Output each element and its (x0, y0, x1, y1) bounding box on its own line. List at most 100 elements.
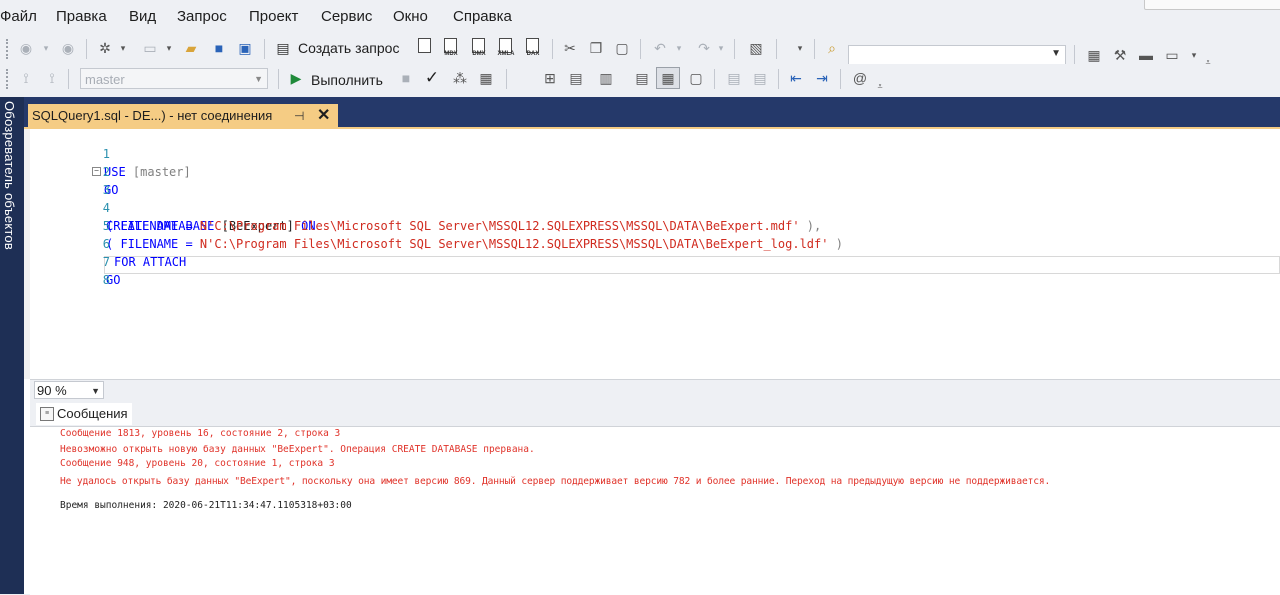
punctuation: ), (799, 219, 822, 233)
menu-view[interactable]: Вид (129, 8, 156, 25)
error-message-line: Сообщение 948, уровень 20, состояние 1, … (60, 458, 335, 469)
find-icon[interactable]: ⌕ (822, 38, 842, 58)
menu-window[interactable]: Окно (393, 8, 428, 25)
execute-icon[interactable]: ▶ (288, 68, 304, 88)
more-dropdown-icon[interactable]: ▾ (1188, 45, 1200, 65)
sql-editor[interactable] (24, 129, 1280, 379)
connect-icon[interactable]: ⟟ (16, 68, 36, 88)
add-item-icon[interactable]: ▭ (140, 38, 160, 58)
query-doc-icon[interactable] (416, 38, 432, 58)
add-item-dropdown-icon[interactable]: ▾ (164, 38, 174, 58)
menu-tools[interactable]: Сервис (321, 8, 372, 25)
client-stats-icon[interactable]: ▤ (632, 68, 652, 88)
toolbar-separator (278, 69, 279, 89)
toolbar-grip[interactable] (6, 39, 12, 59)
undo-dropdown-icon[interactable]: ▾ (674, 38, 684, 58)
intellisense-icon[interactable]: ▤ (566, 68, 586, 88)
results-to-grid-icon[interactable]: ▦ (656, 67, 680, 89)
chevron-down-icon[interactable]: ▼ (91, 382, 100, 400)
cut-icon[interactable]: ✂ (560, 38, 580, 58)
tab-messages[interactable]: ≡ Сообщения (36, 403, 132, 425)
database-value: master (85, 72, 125, 87)
zoom-select[interactable]: 90 % ▼ (34, 381, 104, 399)
chevron-down-icon[interactable]: ▼ (254, 69, 263, 90)
uncomment-icon[interactable]: ▤ (750, 68, 770, 88)
actual-plan-icon[interactable]: ▥ (596, 68, 616, 88)
open-folder-icon[interactable]: ▰ (180, 38, 202, 58)
new-project-icon[interactable]: ✲ (94, 38, 116, 58)
quick-launch-box[interactable] (1144, 0, 1280, 10)
wrench-icon[interactable]: ⚒ (1110, 45, 1130, 65)
object-explorer-label[interactable]: Обозреватель объектов (2, 101, 17, 250)
menu-file[interactable]: Файл (0, 8, 37, 25)
toolbar-overflow-icon[interactable]: ⩡ (874, 76, 886, 96)
menu-query[interactable]: Запрос (177, 8, 227, 25)
redo-dropdown-icon[interactable]: ▾ (716, 38, 726, 58)
redo-icon[interactable]: ↷ (694, 38, 714, 58)
toolbar-separator (776, 39, 777, 59)
error-message-line: Не удалось открыть базу данных "BeExpert… (60, 476, 1051, 487)
cancel-query-icon[interactable]: ■ (398, 68, 414, 88)
parse-checkmark-icon[interactable]: ✓ (422, 68, 442, 88)
activity-monitor-icon[interactable]: ▧ (746, 38, 766, 58)
terminal-icon[interactable]: ▭ (1162, 45, 1182, 65)
new-query-icon[interactable]: ▤ (274, 38, 292, 58)
toolbox-icon[interactable]: ▬ (1136, 45, 1156, 65)
line-number: 7 (102, 255, 110, 269)
new-project-dropdown-icon[interactable]: ▾ (118, 38, 128, 58)
close-icon[interactable]: ✕ (317, 104, 330, 128)
results-to-file-icon[interactable]: ▢ (686, 68, 706, 88)
code-line: 7 GO (24, 235, 121, 287)
query-designer-icon[interactable]: ▦ (476, 68, 496, 88)
line-number: 3 (102, 183, 110, 197)
execute-button[interactable]: Выполнить (311, 72, 383, 88)
toolbar-separator (68, 69, 69, 89)
code-line: 6 FOR ATTACH (24, 217, 186, 269)
tab-sqlquery1[interactable]: SQLQuery1.sql - DE...) - нет соединения … (28, 104, 338, 128)
keyword: FOR ATTACH (114, 255, 187, 269)
mdx-query-icon[interactable]: MDX (442, 38, 458, 58)
back-icon[interactable]: ◉ (16, 38, 36, 58)
keyword: ( FILENAME = (106, 219, 200, 233)
collapse-region-icon[interactable]: − (92, 167, 101, 176)
menu-bar: Файл Правка Вид Запрос Проект Сервис Окн… (0, 0, 1280, 34)
xmla-query-icon[interactable]: XMLA (497, 38, 515, 58)
tab-messages-label: Сообщения (57, 406, 128, 421)
chevron-down-icon[interactable]: ▼ (1051, 48, 1061, 59)
code-line: 5 ( FILENAME = N'C:\Program Files\Micros… (24, 199, 843, 251)
change-connection-icon[interactable]: ⟟ (42, 68, 62, 88)
punctuation: ) (828, 237, 843, 251)
paste-icon[interactable]: ▢ (612, 38, 632, 58)
object-explorer-panel[interactable]: Обозреватель объектов (0, 97, 24, 594)
solution-config-dropdown-icon[interactable]: ▾ (794, 38, 806, 58)
copy-icon[interactable]: ❐ (586, 38, 606, 58)
save-icon[interactable]: ■ (208, 38, 230, 58)
code-line: 4 ( FILENAME = N'C:\Program Files\Micros… (24, 181, 822, 233)
pin-icon[interactable]: ⊣ (294, 104, 304, 128)
toolbar-separator (640, 39, 641, 59)
toolbar-separator (840, 69, 841, 89)
display-plan-icon[interactable]: ⁂ (450, 68, 470, 88)
menu-project[interactable]: Проект (249, 8, 298, 25)
specify-template-values-icon[interactable]: @ (850, 68, 870, 88)
properties-icon[interactable]: ▦ (1084, 45, 1104, 65)
increase-indent-icon[interactable]: ⇥ (812, 68, 832, 88)
forward-icon[interactable]: ◉ (58, 38, 78, 58)
identifier: [master] (132, 165, 191, 179)
decrease-indent-icon[interactable]: ⇤ (786, 68, 806, 88)
comment-icon[interactable]: ▤ (724, 68, 744, 88)
line-number: 1 (102, 147, 110, 161)
menu-help[interactable]: Справка (453, 8, 512, 25)
dmx-query-icon[interactable]: DMX (470, 38, 486, 58)
undo-icon[interactable]: ↶ (650, 38, 670, 58)
dax-query-icon[interactable]: DAX (524, 38, 540, 58)
query-options-icon[interactable]: ⊞ (540, 68, 560, 88)
toolbar-grip[interactable] (6, 69, 12, 89)
menu-edit[interactable]: Правка (56, 8, 107, 25)
line-number: 6 (102, 237, 110, 251)
messages-icon: ≡ (40, 407, 54, 421)
new-query-button[interactable]: Создать запрос (298, 40, 399, 56)
back-dropdown-icon[interactable]: ▾ (40, 38, 52, 58)
database-select[interactable]: master ▼ (80, 68, 268, 89)
save-all-icon[interactable]: ▣ (234, 38, 256, 58)
